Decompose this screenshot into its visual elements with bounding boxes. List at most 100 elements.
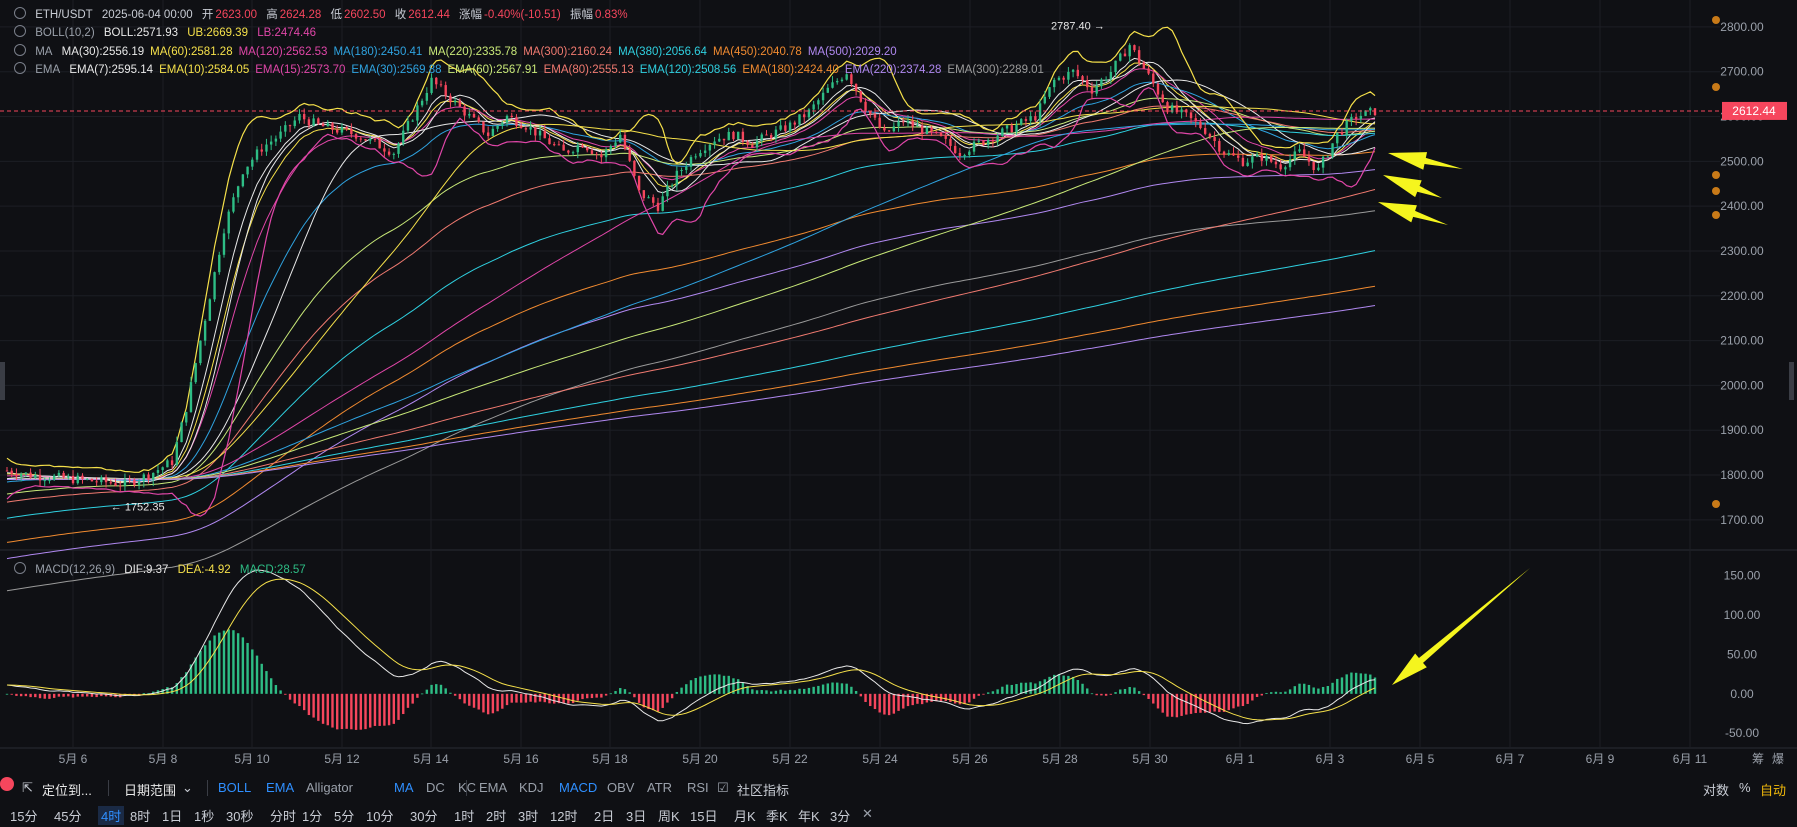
macd-bar — [784, 690, 787, 694]
sub-indicator-rsi-button[interactable]: RSI — [687, 780, 709, 795]
candle-body — [1043, 96, 1046, 104]
bell-icon[interactable] — [14, 44, 26, 56]
chevron-down-icon[interactable]: ⌄ — [182, 780, 193, 796]
interval-12-button[interactable]: 1时 — [454, 806, 474, 825]
bell-icon[interactable] — [14, 62, 26, 74]
interval-18-button[interactable]: 周K — [658, 806, 680, 825]
event-marker-icon[interactable] — [1712, 500, 1720, 508]
interval-14-button[interactable]: 3时 — [518, 806, 538, 825]
collapse-icon[interactable] — [14, 7, 26, 19]
macd-bar — [439, 684, 443, 694]
macd-bar — [1081, 683, 1084, 694]
x-tick-label: 5月 10 — [234, 752, 270, 766]
interval-22-button[interactable]: 年K — [798, 806, 820, 825]
main-indicator-kc-button[interactable]: KC — [458, 780, 476, 795]
collapse-icon[interactable] — [14, 25, 26, 37]
candle-body — [449, 95, 452, 103]
event-marker-icon[interactable] — [1712, 171, 1720, 179]
macd-bar — [576, 693, 579, 701]
interval-15-button[interactable]: 12时 — [550, 806, 577, 825]
interval-10-button[interactable]: 10分 — [366, 806, 393, 825]
sub-indicator-obv-button[interactable]: OBV — [607, 780, 634, 795]
macd-bar — [336, 693, 339, 730]
close-icon[interactable]: ✕ — [862, 806, 873, 822]
event-marker-icon[interactable] — [1712, 83, 1720, 91]
candle-body — [364, 139, 367, 141]
macd-bar — [1142, 693, 1146, 696]
main-indicator-boll-button[interactable]: BOLL — [218, 780, 251, 795]
candle-body — [152, 472, 155, 480]
edit-icon[interactable]: ☑ — [717, 780, 729, 796]
auto-scale-button[interactable]: 自动 — [1760, 780, 1786, 799]
left-panel-handle[interactable] — [0, 362, 5, 400]
macd-bar — [1270, 692, 1273, 694]
macd-bar — [241, 637, 245, 694]
collapse-icon[interactable] — [14, 562, 26, 574]
candle-body — [656, 202, 660, 211]
interval-0-button[interactable]: 15分 — [10, 806, 37, 825]
macd-bar — [977, 693, 980, 696]
interval-1-button[interactable]: 45分 — [54, 806, 81, 825]
candle-body — [378, 139, 381, 149]
macd-bar — [869, 693, 872, 707]
main-indicator-ema-button[interactable]: EMA — [266, 780, 294, 795]
community-indicators-button[interactable]: 社区指标 — [737, 780, 789, 799]
event-marker-icon[interactable] — [1712, 16, 1720, 24]
percent-scale-button[interactable]: % — [1739, 780, 1751, 795]
interval-17-button[interactable]: 3日 — [626, 806, 646, 825]
interval-19-button[interactable]: 15日 — [690, 806, 717, 825]
candle-body — [104, 477, 108, 483]
interval-16-button[interactable]: 2日 — [594, 806, 614, 825]
interval-20-button[interactable]: 月K — [734, 806, 756, 825]
date-range-button[interactable]: 日期范围 — [124, 780, 176, 799]
candle-body — [1114, 60, 1117, 72]
interval-7-button[interactable]: 分时 — [270, 806, 296, 825]
right-panel-handle[interactable] — [1789, 362, 1794, 400]
interval-6-button[interactable]: 30秒 — [226, 806, 253, 825]
interval-23-button[interactable]: 3分 — [830, 806, 850, 825]
kline-chart[interactable]: 5月 6 5月 8 5月 10 5月 12 5月 14 5月 16 5月 18 5月 20 5月… — [0, 0, 1797, 775]
interval-13-button[interactable]: 2时 — [486, 806, 506, 825]
main-indicator-dc-button[interactable]: DC — [426, 780, 445, 795]
interval-21-button[interactable]: 季K — [766, 806, 788, 825]
chip-button[interactable]: 筹 — [1752, 752, 1764, 766]
interval-3-button[interactable]: 8时 — [130, 806, 150, 825]
sub-indicator-atr-button[interactable]: ATR — [647, 780, 672, 795]
candle-body — [708, 144, 712, 151]
open-value: 2623.00 — [215, 9, 257, 21]
candle-body — [1161, 94, 1164, 103]
boll-lb: LB:2474.46 — [257, 27, 317, 39]
ema-name[interactable]: EMA — [35, 64, 60, 76]
macd-bar — [302, 693, 306, 711]
event-marker-icon[interactable] — [1712, 211, 1720, 219]
log-scale-button[interactable]: 对数 — [1703, 780, 1729, 799]
interval-5-button[interactable]: 1秒 — [194, 806, 214, 825]
liquidation-button[interactable]: 爆 — [1772, 752, 1784, 766]
interval-2-button[interactable]: 4时 — [98, 806, 125, 825]
ema-legend: EMA EMA(7):2595.14 EMA(10):2584.05 EMA(15)… — [14, 62, 1050, 76]
interval-11-button[interactable]: 30分 — [410, 806, 437, 825]
macd-bar — [590, 693, 594, 699]
candle-body — [43, 480, 46, 482]
macd-bar — [680, 687, 683, 694]
locate-icon[interactable]: ⇱ — [22, 780, 33, 796]
event-marker-icon[interactable] — [1712, 187, 1720, 195]
sub-indicator-macd-button[interactable]: MACD — [559, 780, 597, 795]
ma-name[interactable]: MA — [35, 46, 52, 58]
candle-body — [251, 159, 254, 167]
interval-8-button[interactable]: 1分 — [302, 806, 322, 825]
main-indicator-ma-button[interactable]: MA — [394, 780, 414, 795]
candle-body — [595, 153, 598, 155]
main-indicator-alligator-button[interactable]: Alligator — [306, 780, 353, 795]
interval-4-button[interactable]: 1日 — [162, 806, 182, 825]
locate-button[interactable]: 定位到... — [42, 780, 92, 799]
candle-body — [57, 472, 61, 476]
sub-indicator-kdj-button[interactable]: KDJ — [519, 780, 544, 795]
candle-body — [736, 131, 740, 140]
interval-9-button[interactable]: 5分 — [334, 806, 354, 825]
sub-indicator-ema-button[interactable]: EMA — [479, 780, 507, 795]
candle-body — [170, 460, 174, 465]
macd-name[interactable]: MACD(12,26,9) — [35, 564, 115, 576]
boll-name[interactable]: BOLL(10,2) — [35, 27, 94, 39]
macd-bar — [24, 693, 28, 697]
